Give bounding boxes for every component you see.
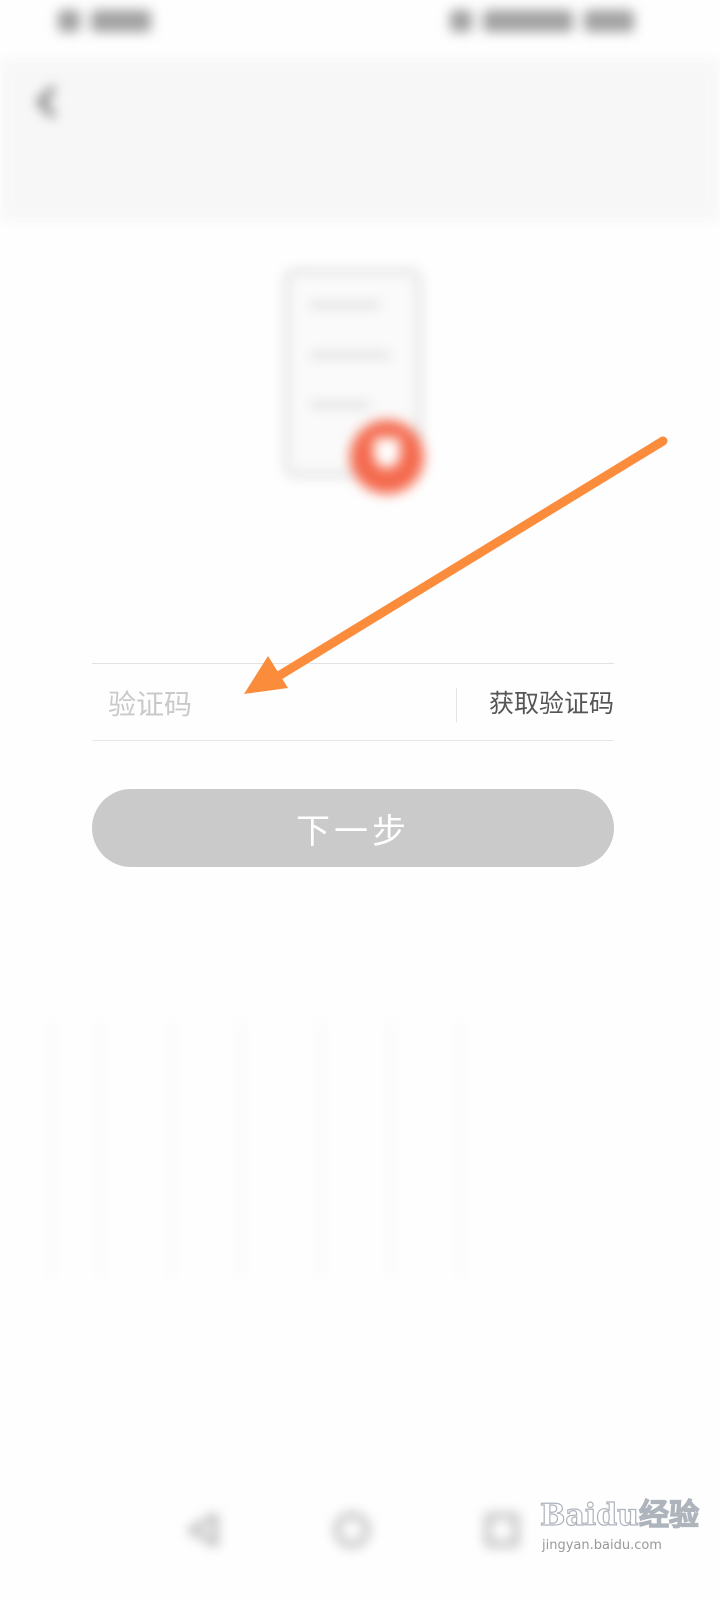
watermark-brand: Baidu经验 bbox=[539, 1497, 699, 1533]
divider bbox=[456, 688, 457, 722]
home-circle-icon[interactable] bbox=[332, 1510, 372, 1550]
status-right-icons bbox=[450, 10, 650, 38]
background-pattern bbox=[30, 1020, 490, 1280]
next-button[interactable]: 下一步 bbox=[92, 789, 614, 867]
signal-icon bbox=[58, 10, 80, 32]
divider bbox=[92, 663, 614, 664]
carrier-text bbox=[91, 10, 152, 32]
wifi-icon bbox=[450, 10, 472, 32]
get-code-button[interactable]: 获取验证码 bbox=[462, 684, 614, 724]
status-bar bbox=[0, 0, 720, 50]
battery-icon bbox=[483, 10, 574, 32]
watermark-url: jingyan.baidu.com bbox=[542, 1538, 662, 1553]
verification-code-input[interactable] bbox=[92, 672, 452, 736]
clock-text bbox=[584, 10, 635, 32]
chevron-left-icon[interactable] bbox=[28, 82, 68, 122]
recents-square-icon[interactable] bbox=[482, 1510, 522, 1550]
back-triangle-icon[interactable] bbox=[183, 1510, 223, 1550]
status-left-icons bbox=[58, 10, 198, 38]
divider bbox=[92, 740, 614, 741]
baidu-watermark: Baidu经验 jingyan.baidu.com bbox=[539, 1490, 715, 1580]
phone-shield-illustration bbox=[230, 230, 490, 520]
header bbox=[0, 60, 720, 220]
shield-icon bbox=[350, 420, 424, 494]
